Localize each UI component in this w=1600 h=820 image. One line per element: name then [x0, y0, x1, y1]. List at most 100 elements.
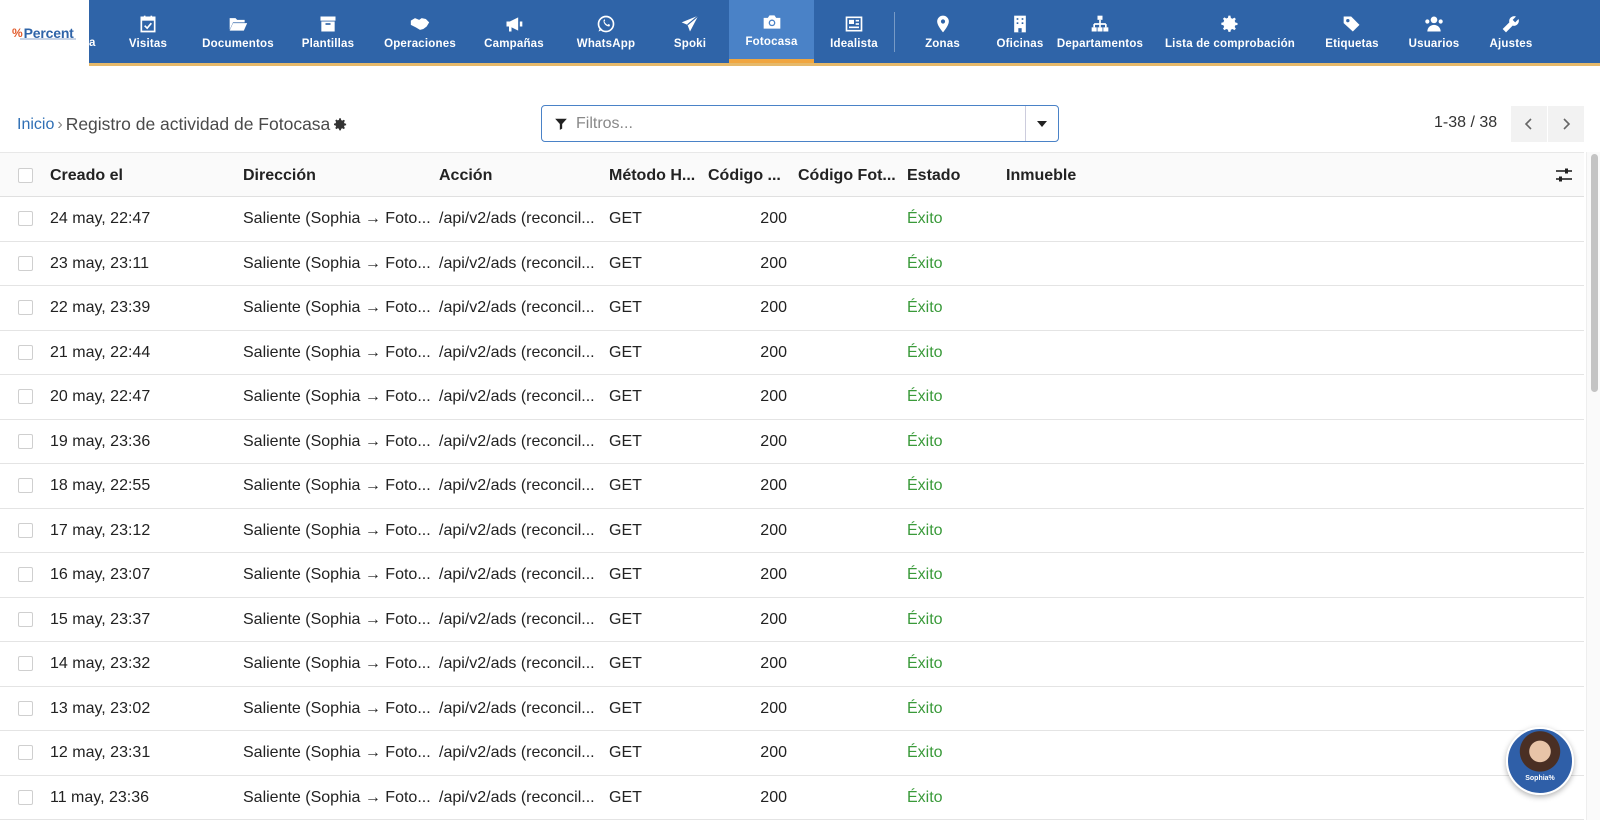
gear-icon[interactable]: [333, 117, 348, 132]
cell-status: Éxito: [907, 788, 943, 806]
nav-item-whatsapp[interactable]: WhatsApp: [561, 0, 651, 63]
column-header-property[interactable]: Inmueble: [1006, 167, 1076, 185]
table-row[interactable]: 12 may, 23:31 Saliente (Sophia → Foto... /…: [0, 731, 1584, 776]
cell-direction: Saliente (Sophia → Foto...: [243, 744, 431, 761]
table-row[interactable]: 24 may, 22:47 Saliente (Sophia → Foto... /…: [0, 197, 1584, 242]
nav-item-label: Zonas: [925, 38, 960, 50]
nav-item-cut-off[interactable]: a: [89, 0, 103, 63]
cell-method: GET: [609, 477, 642, 494]
column-header-direction[interactable]: Dirección: [243, 167, 316, 185]
nav-item-fotocasa[interactable]: Fotocasa: [729, 0, 814, 63]
cell-status: Éxito: [907, 210, 943, 227]
row-checkbox[interactable]: [18, 255, 33, 271]
percent-logo[interactable]: % Percent: [0, 0, 89, 66]
column-settings-icon[interactable]: [1555, 167, 1573, 183]
cell-method: GET: [609, 343, 642, 361]
row-checkbox[interactable]: [18, 745, 33, 760]
table-row[interactable]: 18 may, 22:55 Saliente (Sophia → Foto... /…: [0, 464, 1584, 509]
paper-plane-icon: [679, 13, 701, 35]
row-checkbox[interactable]: [18, 211, 33, 226]
row-checkbox[interactable]: [18, 789, 33, 805]
nav-item-etiquetas[interactable]: Etiquetas: [1310, 0, 1394, 63]
cell-status: Éxito: [907, 254, 943, 272]
row-checkbox[interactable]: [18, 700, 33, 716]
row-checkbox[interactable]: [18, 656, 33, 671]
cell-direction: Saliente (Sophia → Foto...: [243, 432, 431, 450]
cell-code: 200: [760, 210, 787, 227]
breadcrumb-home-link[interactable]: Inicio: [17, 116, 54, 134]
nav-item-ajustes[interactable]: Ajustes: [1474, 0, 1548, 63]
nav-item-label: Fotocasa: [745, 36, 798, 48]
row-checkbox[interactable]: [18, 567, 33, 582]
table-row[interactable]: 17 may, 23:12 Saliente (Sophia → Foto... /…: [0, 508, 1584, 553]
nav-item-plantillas[interactable]: Plantillas: [283, 0, 373, 63]
nav-item-departamentos[interactable]: Departamentos: [1050, 0, 1150, 63]
cell-status: Éxito: [907, 655, 943, 672]
nav-item-idealista[interactable]: Idealista: [814, 0, 894, 63]
cell-method: GET: [609, 388, 642, 405]
cell-code: 200: [760, 388, 787, 405]
cell-action: /api/v2/ads (reconcil...: [439, 610, 595, 628]
table-row[interactable]: 19 may, 23:36 Saliente (Sophia → Foto... /…: [0, 419, 1584, 464]
column-header-method[interactable]: Método H...: [609, 167, 695, 185]
row-checkbox[interactable]: [18, 433, 33, 449]
filter-dropdown-button[interactable]: [1025, 106, 1058, 141]
cell-method: GET: [609, 655, 642, 672]
filter-input[interactable]: [576, 114, 1016, 133]
cell-created: 13 may, 23:02: [50, 699, 151, 717]
cell-code: 200: [760, 477, 787, 494]
cell-created: 11 may, 23:36: [50, 788, 150, 806]
row-checkbox[interactable]: [18, 478, 33, 493]
nav-item-label: Ajustes: [1489, 38, 1533, 50]
previous-page-button[interactable]: [1511, 106, 1547, 142]
assistant-avatar-button[interactable]: Sophia%: [1506, 727, 1574, 795]
column-header-status[interactable]: Estado: [907, 167, 960, 185]
cell-action: /api/v2/ads (reconcil...: [439, 210, 595, 227]
nav-item-spoki[interactable]: Spoki: [651, 0, 729, 63]
page-header: Inicio › Registro de actividad de Fotoca…: [0, 104, 1600, 144]
nav-item-oficinas[interactable]: Oficinas: [990, 0, 1050, 63]
table-row[interactable]: 11 may, 23:36 Saliente (Sophia → Foto... /…: [0, 775, 1584, 820]
vertical-scrollbar[interactable]: [1586, 152, 1600, 820]
megaphone-icon: [503, 13, 525, 35]
table-row[interactable]: 15 may, 23:37 Saliente (Sophia → Foto... /…: [0, 597, 1584, 642]
nav-item-campanas[interactable]: Campañas: [467, 0, 561, 63]
column-header-code[interactable]: Código ...: [708, 167, 781, 185]
nav-item-label: Plantillas: [301, 38, 355, 50]
table-row[interactable]: 22 may, 23:39 Saliente (Sophia → Foto... /…: [0, 286, 1584, 331]
cell-direction: Saliente (Sophia → Foto...: [243, 299, 431, 316]
row-checkbox[interactable]: [18, 522, 33, 538]
table-row[interactable]: 20 may, 22:47 Saliente (Sophia → Foto... /…: [0, 375, 1584, 420]
nav-item-zonas[interactable]: Zonas: [895, 0, 990, 63]
nav-item-usuarios[interactable]: Usuarios: [1394, 0, 1474, 63]
nav-item-label: Etiquetas: [1325, 38, 1379, 50]
cell-action: /api/v2/ads (reconcil...: [439, 566, 595, 583]
cell-action: /api/v2/ads (reconcil...: [439, 477, 595, 494]
select-all-checkbox[interactable]: [18, 168, 33, 183]
nav-item-lista-de-comprobacion[interactable]: Lista de comprobación: [1150, 0, 1310, 63]
row-checkbox[interactable]: [18, 300, 33, 315]
row-checkbox[interactable]: [18, 344, 33, 360]
column-header-code-fotocasa[interactable]: Código Fot...: [798, 167, 896, 185]
cell-code: 200: [760, 521, 787, 539]
row-checkbox[interactable]: [18, 611, 33, 627]
scrollbar-thumb[interactable]: [1591, 154, 1598, 392]
column-header-created[interactable]: Creado el: [50, 167, 123, 185]
nav-item-documentos[interactable]: Documentos: [193, 0, 283, 63]
logo-tagline: [20, 38, 76, 40]
table-row[interactable]: 13 may, 23:02 Saliente (Sophia → Foto... /…: [0, 686, 1584, 731]
nav-item-operaciones[interactable]: Operaciones: [373, 0, 467, 63]
column-header-action[interactable]: Acción: [439, 167, 492, 185]
cell-direction: Saliente (Sophia → Foto...: [243, 610, 431, 628]
row-checkbox[interactable]: [18, 389, 33, 404]
table-row[interactable]: 21 may, 22:44 Saliente (Sophia → Foto... /…: [0, 330, 1584, 375]
nav-item-label: Documentos: [202, 38, 274, 50]
cell-direction: Saliente (Sophia → Foto...: [243, 477, 431, 494]
next-page-button[interactable]: [1548, 106, 1584, 142]
table-row[interactable]: 16 may, 23:07 Saliente (Sophia → Foto... /…: [0, 553, 1584, 598]
wrench-icon: [1500, 13, 1522, 35]
nav-item-visitas[interactable]: Visitas: [103, 0, 193, 63]
nav-item-label: Oficinas: [996, 38, 1044, 50]
table-row[interactable]: 14 may, 23:32 Saliente (Sophia → Foto... /…: [0, 642, 1584, 687]
table-row[interactable]: 23 may, 23:11 Saliente (Sophia → Foto... /…: [0, 241, 1584, 286]
